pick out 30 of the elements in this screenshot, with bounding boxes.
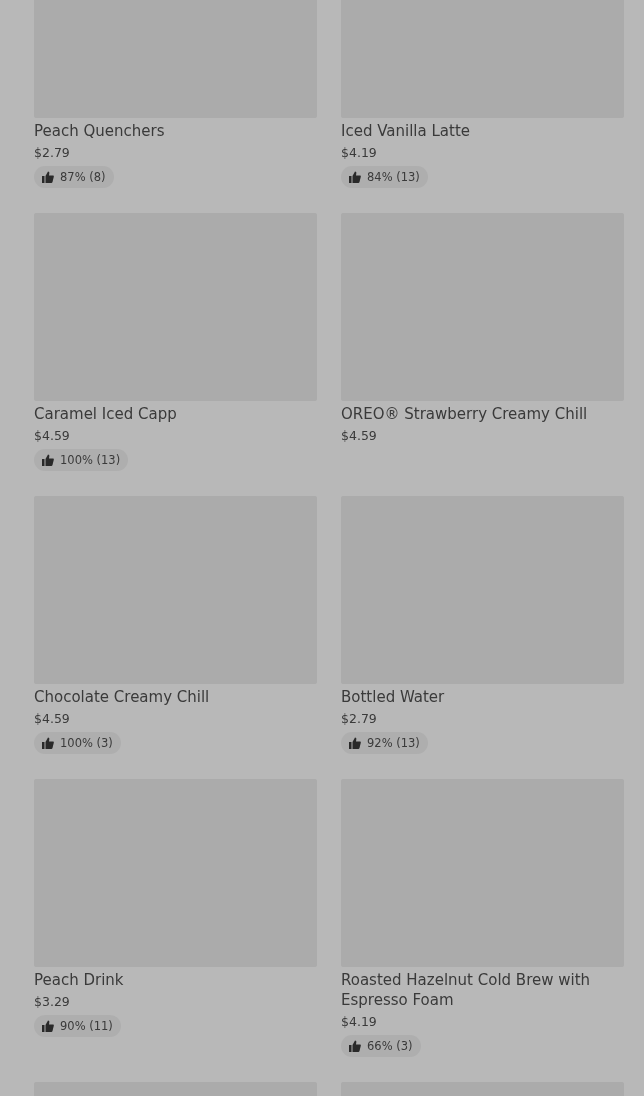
thumbs-up-icon [42,1020,54,1032]
item-name: Chocolate Creamy Chill [34,687,211,707]
rating-badge: 92% (13) [341,732,428,754]
item-price: $2.79 [341,710,377,728]
rating-badge: 66% (3) [341,1035,421,1057]
rating-badge: 87% (8) [34,166,114,188]
item-price: $2.79 [34,144,70,162]
item-name: Bottled Water [341,687,446,707]
thumbs-up-icon [349,1040,361,1052]
item-name: Peach Drink [34,970,125,990]
rating-badge: 100% (3) [34,732,121,754]
item-name: Roasted Hazelnut Cold Brew with Espresso Foam [341,970,592,1010]
item-name: Peach Quenchers [34,121,166,141]
item-price: $4.59 [341,427,377,445]
item-price: $4.59 [34,427,70,445]
rating-badge: 90% (11) [34,1015,121,1037]
thumbs-up-icon [42,171,54,183]
item-price: $4.19 [341,1013,377,1031]
thumbs-up-icon [349,171,361,183]
item-name: Caramel Iced Capp [34,404,178,424]
item-price: $3.29 [34,993,70,1011]
thumbs-up-icon [349,737,361,749]
item-price: $4.19 [341,144,377,162]
item-name: Iced Vanilla Latte [341,121,471,141]
rating-badge: 84% (13) [341,166,428,188]
thumbs-up-icon [42,737,54,749]
item-price: $4.59 [34,710,70,728]
thumbs-up-icon [42,454,54,466]
item-name: OREO® Strawberry Creamy Chill [341,404,589,424]
rating-badge: 100% (13) [34,449,129,471]
